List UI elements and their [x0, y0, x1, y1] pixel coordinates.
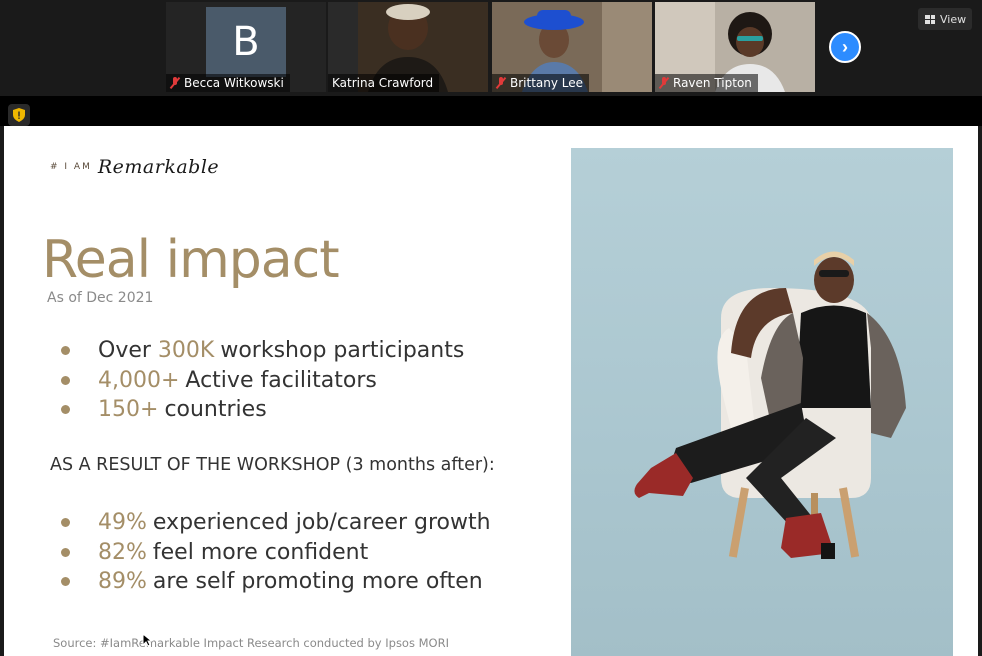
result-text: feel more confident — [152, 539, 369, 565]
stat-value: 4,000+ — [98, 367, 180, 393]
mic-muted-icon — [496, 77, 506, 89]
slide-title: Real impact — [42, 230, 340, 290]
list-item: 150+ countries — [61, 395, 464, 425]
result-text: are self promoting more often — [152, 569, 483, 595]
view-label: View — [940, 12, 967, 26]
iamremarkable-logo: # I AM Remarkable — [50, 156, 219, 178]
shared-slide: # I AM Remarkable Real impact As of Dec … — [4, 126, 978, 656]
bullet-icon — [61, 346, 70, 356]
result-value: 82% — [98, 539, 147, 565]
mic-muted-icon — [659, 77, 669, 89]
participant-name-bar: Becca Witkowski — [166, 74, 290, 92]
list-item: Over 300K workshop participants — [61, 336, 464, 366]
participant-name: Katrina Crawford — [332, 76, 434, 90]
zoom-meeting-window: B Becca Witkowski Katrina Crawford Britt… — [0, 0, 982, 656]
participant-strip: B Becca Witkowski Katrina Crawford Britt… — [0, 0, 982, 96]
participant-name-bar: Brittany Lee — [492, 74, 590, 92]
bullet-icon — [61, 375, 70, 385]
participant-name-bar: Raven Tipton — [655, 74, 758, 92]
list-item: 82% feel more confident — [61, 538, 491, 568]
bullet-icon — [61, 547, 70, 557]
logo-hash-text: # I AM — [50, 162, 92, 172]
stat-value: 150+ — [98, 397, 159, 423]
avatar: B — [206, 7, 286, 77]
participant-tile-katrina[interactable]: Katrina Crawford — [328, 2, 488, 92]
list-item: 4,000+ Active facilitators — [61, 366, 464, 396]
results-list: 49% experienced job/career growth 82% fe… — [61, 508, 491, 597]
stat-text: workshop participants — [220, 338, 465, 364]
shield-icon — [13, 108, 25, 122]
bullet-icon — [61, 405, 70, 415]
participant-tile-becca[interactable]: B Becca Witkowski — [166, 2, 326, 92]
chevron-right-icon: › — [842, 36, 848, 57]
list-item: 49% experienced job/career growth — [61, 508, 491, 538]
participant-name-bar: Katrina Crawford — [328, 74, 440, 92]
results-heading: AS A RESULT OF THE WORKSHOP (3 months af… — [50, 455, 495, 475]
security-shield-button[interactable] — [8, 104, 30, 126]
participant-name: Raven Tipton — [673, 76, 752, 90]
next-participants-button[interactable]: › — [829, 31, 861, 63]
stat-text: Active facilitators — [185, 367, 377, 393]
stat-text: countries — [164, 397, 267, 423]
slide-date-note: As of Dec 2021 — [47, 290, 154, 306]
result-text: experienced job/career growth — [152, 510, 491, 536]
stats-list: Over 300K workshop participants 4,000+ A… — [61, 336, 464, 425]
scroll-indicator — [22, 653, 328, 655]
stat-value: 300K — [157, 338, 215, 364]
grid-view-icon — [925, 14, 935, 24]
stat-prefix: Over — [98, 338, 158, 364]
participant-name: Brittany Lee — [510, 76, 584, 90]
view-button[interactable]: View — [918, 8, 972, 30]
source-note: Source: #IamRemarkable Impact Research c… — [53, 636, 449, 650]
participant-tile-raven[interactable]: Raven Tipton — [655, 2, 815, 92]
result-value: 49% — [98, 510, 147, 536]
bullet-icon — [61, 518, 70, 528]
bullet-icon — [61, 577, 70, 587]
mic-muted-icon — [170, 77, 180, 89]
screen-share-bar — [0, 96, 982, 126]
portrait-illustration — [634, 251, 906, 559]
list-item: 89% are self promoting more often — [61, 567, 491, 597]
participant-name: Becca Witkowski — [184, 76, 284, 90]
participant-tile-brittany[interactable]: Brittany Lee — [492, 2, 652, 92]
mouse-cursor-icon — [142, 633, 152, 647]
woman-in-chair-photo — [571, 148, 953, 656]
logo-script-text: Remarkable — [97, 156, 220, 178]
result-value: 89% — [98, 569, 147, 595]
